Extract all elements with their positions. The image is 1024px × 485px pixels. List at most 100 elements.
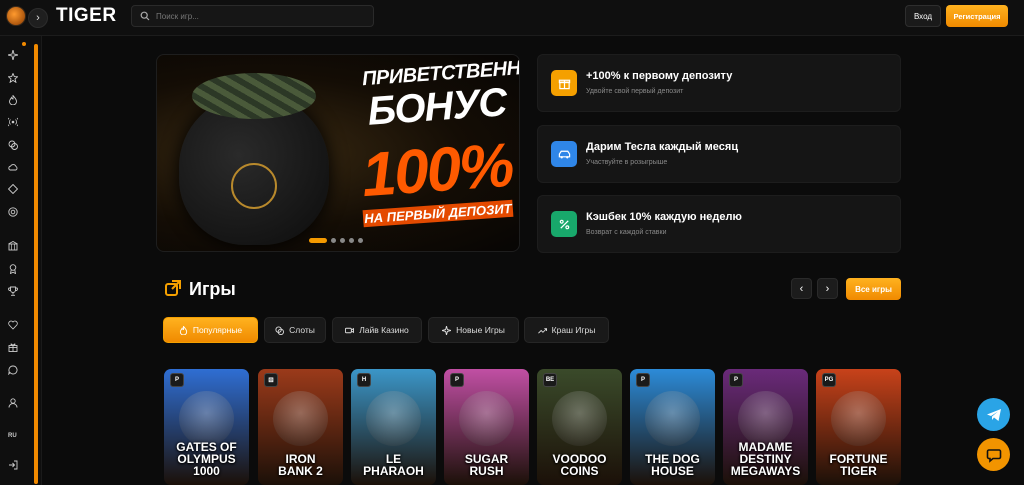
provider-badge: PG bbox=[822, 373, 836, 387]
cloud-icon[interactable] bbox=[7, 161, 19, 173]
game-card[interactable]: H LE PHARAOH bbox=[351, 369, 436, 485]
provider-badge: P bbox=[170, 373, 184, 387]
game-title: VOODOO COINS bbox=[539, 453, 620, 477]
tab-new-games[interactable]: Новые Игры bbox=[428, 317, 519, 343]
carousel-dot[interactable] bbox=[349, 238, 354, 243]
trophy-icon[interactable] bbox=[7, 285, 19, 297]
game-title-line: BANK 2 bbox=[278, 464, 323, 478]
tab-popular[interactable]: Популярные bbox=[163, 317, 258, 343]
game-title-line: RUSH bbox=[469, 464, 504, 478]
cash-stack-image bbox=[192, 73, 316, 119]
left-sidebar: RU bbox=[0, 36, 42, 485]
game-card[interactable]: P GATES OF OLYMPUS 1000 bbox=[164, 369, 249, 485]
tab-label: Лайв Казино bbox=[359, 325, 409, 335]
games-next-button[interactable]: › bbox=[817, 278, 838, 299]
sidebar-toggle-button[interactable]: › bbox=[28, 8, 48, 28]
games-prev-button[interactable]: ‹ bbox=[791, 278, 812, 299]
telegram-icon bbox=[986, 408, 1001, 421]
carousel-dot[interactable] bbox=[358, 238, 363, 243]
game-title: GATES OF OLYMPUS 1000 bbox=[166, 441, 247, 477]
search-box[interactable] bbox=[131, 5, 374, 27]
award-icon[interactable] bbox=[7, 263, 19, 275]
diamond-icon[interactable] bbox=[7, 183, 19, 195]
star-icon[interactable] bbox=[7, 72, 19, 84]
sparkle-icon bbox=[442, 325, 452, 335]
game-card[interactable]: ⚄ IRON BANK 2 bbox=[258, 369, 343, 485]
game-title-line: PHARAOH bbox=[363, 464, 424, 478]
game-art-image bbox=[738, 391, 793, 446]
provider-badge: P bbox=[450, 373, 464, 387]
carousel-dot[interactable] bbox=[309, 238, 327, 243]
promo-card[interactable]: +100% к первому депозиту Удвойте свой пер… bbox=[537, 54, 901, 112]
games-arrow-icon bbox=[165, 280, 181, 296]
coins-icon[interactable] bbox=[7, 139, 19, 151]
search-input[interactable] bbox=[156, 11, 356, 21]
promo-subtitle: Удвойте свой первый депозит bbox=[586, 88, 684, 95]
coins-icon bbox=[275, 325, 285, 335]
promo-card[interactable]: Дарим Тесла каждый месяц Участвуйте в роз… bbox=[537, 125, 901, 183]
user-icon[interactable] bbox=[7, 397, 19, 409]
tab-live-casino[interactable]: Лайв Казино bbox=[332, 317, 422, 343]
gift-icon[interactable] bbox=[7, 341, 19, 353]
tab-slots[interactable]: Слоты bbox=[264, 317, 326, 343]
carousel-dot[interactable] bbox=[331, 238, 336, 243]
language-selector[interactable]: RU bbox=[8, 433, 17, 439]
trend-icon bbox=[537, 327, 547, 334]
promo-subtitle: Участвуйте в розыгрыше bbox=[586, 159, 668, 166]
sparkle-icon[interactable] bbox=[7, 49, 19, 61]
game-title-line: TIGER bbox=[840, 464, 877, 478]
game-card[interactable]: P MADAME DESTINY MEGAWAYS bbox=[723, 369, 808, 485]
promo-icon-box bbox=[551, 141, 577, 167]
game-card[interactable]: P SUGAR RUSH bbox=[444, 369, 529, 485]
fire-icon[interactable] bbox=[7, 94, 19, 106]
tiger-logo-icon[interactable] bbox=[6, 6, 26, 26]
heart-icon[interactable] bbox=[7, 319, 19, 331]
welcome-bonus-banner[interactable]: ПРИВЕТСТВЕННЫЙ БОНУС 100% НА ПЕРВЫЙ ДЕПО… bbox=[156, 54, 520, 252]
sidebar-scrollbar[interactable] bbox=[34, 44, 38, 484]
promo-card[interactable]: Кэшбек 10% каждую неделю Возврат с каждой… bbox=[537, 195, 901, 253]
game-art-image bbox=[831, 391, 886, 446]
live-icon[interactable] bbox=[7, 116, 19, 128]
game-title: FORTUNE TIGER bbox=[818, 453, 899, 477]
tab-label: Популярные bbox=[192, 325, 243, 335]
login-icon[interactable] bbox=[7, 459, 19, 471]
promo-icon-box bbox=[551, 70, 577, 96]
video-icon bbox=[345, 327, 355, 333]
game-title: IRON BANK 2 bbox=[260, 453, 341, 477]
promo-title: Кэшбек 10% каждую неделю bbox=[586, 211, 742, 223]
banner-percent: 100% bbox=[359, 130, 515, 211]
game-art-image bbox=[645, 391, 700, 446]
register-button[interactable]: Регистрация bbox=[946, 5, 1008, 27]
tab-crash-games[interactable]: Краш Игры bbox=[524, 317, 609, 343]
carousel-dot[interactable] bbox=[340, 238, 345, 243]
notification-dot bbox=[22, 42, 26, 46]
game-card[interactable]: P THE DOG HOUSE bbox=[630, 369, 715, 485]
chat-icon[interactable] bbox=[7, 364, 19, 376]
chat-bubble-icon bbox=[986, 448, 1001, 463]
support-chat-button[interactable] bbox=[977, 438, 1010, 471]
top-header: › TIGER Вход Регистрация bbox=[0, 0, 1024, 36]
tab-label: Краш Игры bbox=[551, 325, 596, 335]
chip-icon[interactable] bbox=[7, 206, 19, 218]
game-title-line: HOUSE bbox=[651, 464, 694, 478]
game-art-image bbox=[273, 391, 328, 446]
banner-line-2: БОНУС bbox=[366, 80, 508, 134]
game-card[interactable]: PG FORTUNE TIGER bbox=[816, 369, 901, 485]
brand-logo[interactable]: TIGER bbox=[56, 5, 117, 27]
game-card[interactable]: BE VOODOO COINS bbox=[537, 369, 622, 485]
game-title: SUGAR RUSH bbox=[446, 453, 527, 477]
login-button[interactable]: Вход bbox=[905, 5, 941, 27]
casino-icon[interactable] bbox=[7, 240, 19, 252]
tab-label: Слоты bbox=[289, 325, 315, 335]
car-icon bbox=[558, 150, 570, 158]
game-art-image bbox=[552, 391, 607, 446]
search-icon bbox=[140, 11, 150, 21]
game-title-line: MEGAWAYS bbox=[730, 464, 801, 478]
all-games-button[interactable]: Все игры bbox=[846, 278, 901, 300]
game-title-line: COINS bbox=[560, 464, 599, 478]
promo-title: +100% к первому депозиту bbox=[586, 70, 733, 82]
telegram-button[interactable] bbox=[977, 398, 1010, 431]
fire-icon bbox=[179, 325, 187, 335]
provider-badge: H bbox=[357, 373, 371, 387]
percent-icon bbox=[559, 219, 569, 229]
